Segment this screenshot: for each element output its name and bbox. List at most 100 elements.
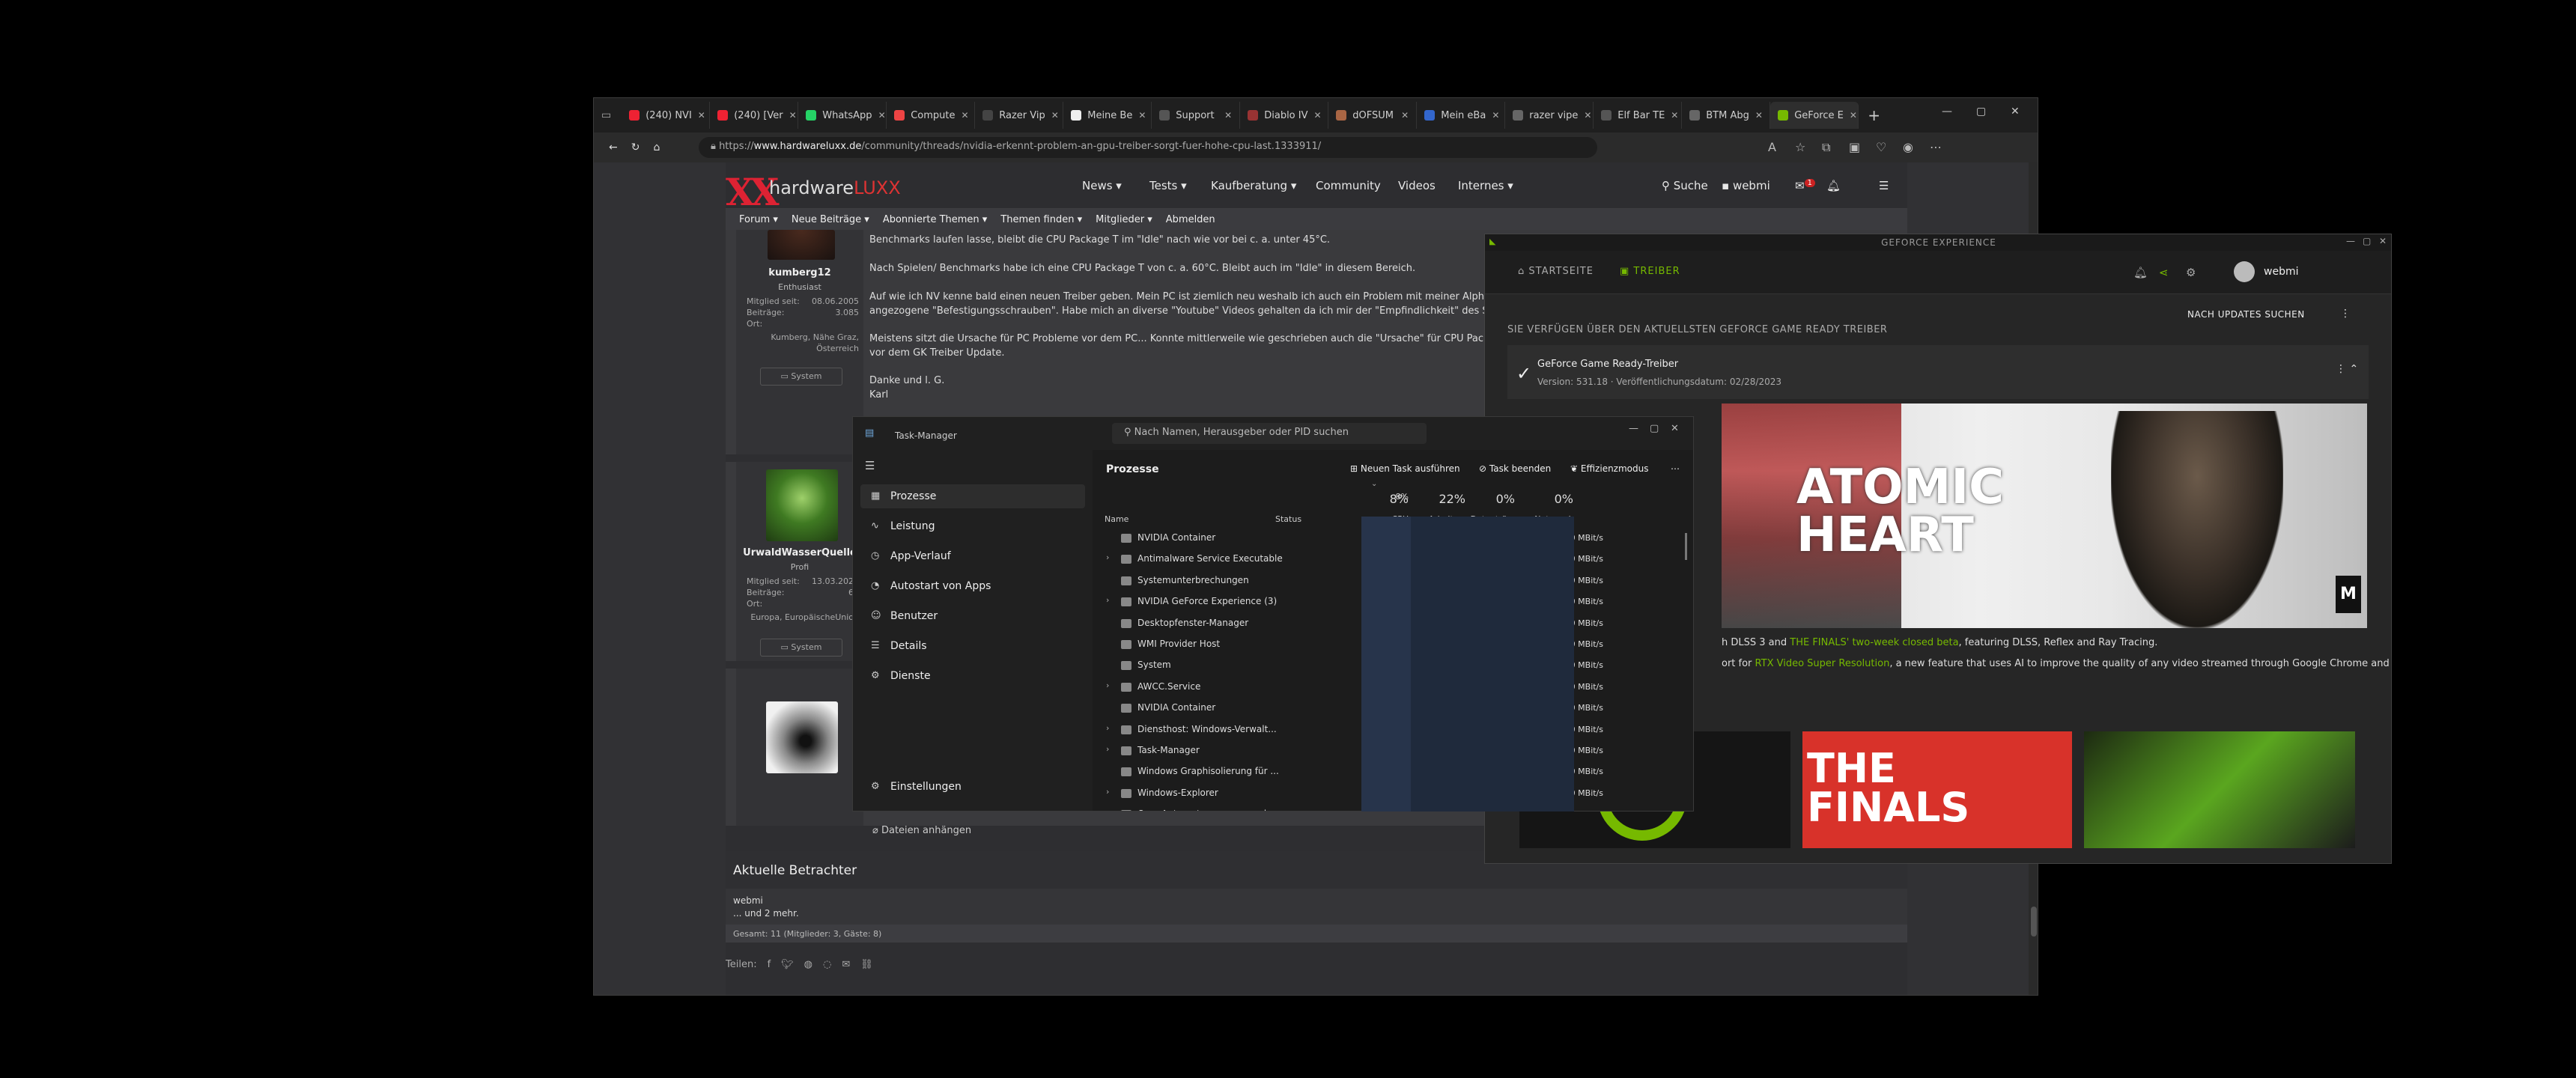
tab-close-icon[interactable]: ✕ (1671, 110, 1678, 121)
tab-close-icon[interactable]: ✕ (1051, 110, 1059, 121)
more-options-icon[interactable]: ⋯ (1671, 463, 1680, 474)
more-options-icon[interactable]: ⋮ (2340, 308, 2351, 320)
browser-tab[interactable]: dOFSUM ✕ (1328, 102, 1418, 129)
browser-tab[interactable]: BTM Abg ✕ (1682, 102, 1771, 129)
tab-close-icon[interactable]: ✕ (789, 110, 797, 121)
column-status[interactable]: Status (1275, 514, 1301, 524)
nav-tests[interactable]: Tests ▾ (1149, 179, 1187, 192)
expand-chevron-icon[interactable]: › (1106, 680, 1109, 690)
process-list-scrollbar[interactable] (1685, 533, 1687, 560)
tab-close-icon[interactable]: ✕ (698, 110, 705, 121)
tab-close-icon[interactable]: ✕ (1314, 110, 1322, 121)
column-name[interactable]: Name (1105, 514, 1128, 524)
driver-options-icon[interactable]: ⋮ ⌃ (2336, 363, 2358, 375)
nav-users[interactable]: ☺ Benutzer (860, 604, 1085, 628)
nav-services[interactable]: ⚙ Dienste (860, 664, 1085, 688)
twitter-icon[interactable]: 🐦︎ (781, 959, 794, 970)
post-author-name[interactable]: kumberg12 (736, 267, 863, 278)
expand-chevron-icon[interactable]: › (1106, 744, 1109, 754)
viewer-user[interactable]: webmi (733, 895, 799, 907)
menu-icon[interactable]: ⋯ (1930, 140, 1942, 154)
minimize-icon[interactable]: — (2346, 236, 2355, 246)
tab-actions-icon[interactable]: ▭ (601, 109, 622, 121)
new-tab-button[interactable]: + (1859, 106, 1889, 124)
notifications-icon[interactable]: 🔔︎ (2133, 266, 2148, 279)
minimize-icon[interactable]: — (1942, 106, 1952, 118)
tab-close-icon[interactable]: ✕ (878, 110, 886, 121)
run-new-task-button[interactable]: ⊞ Neuen Task ausführen (1350, 463, 1460, 474)
user-menu[interactable]: ▪ webmi (1722, 179, 1770, 192)
tab-close-icon[interactable]: ✕ (1755, 110, 1763, 121)
browser-tab[interactable]: WhatsApp ✕ (798, 102, 887, 129)
browser-tab[interactable]: Diablo IV ✕ (1240, 102, 1329, 129)
maximize-icon[interactable]: ▢ (2363, 236, 2371, 246)
nav-performance[interactable]: ∿ Leistung (860, 514, 1085, 538)
maximize-icon[interactable]: ▢ (1650, 423, 1659, 434)
share-icon[interactable]: ⋖ (2159, 266, 2169, 279)
hamburger-icon[interactable]: ☰ (865, 459, 875, 472)
nav-app-history[interactable]: ◷ App-Verlauf (860, 544, 1085, 568)
nav-news[interactable]: News ▾ (1082, 179, 1122, 192)
nav-community[interactable]: Community (1316, 179, 1381, 192)
game-banner[interactable]: ATOMIC HEART M (1722, 404, 2367, 628)
system-button[interactable]: ▭ System (760, 639, 842, 657)
nav-settings[interactable]: ⚙ Einstellungen (860, 775, 1085, 799)
tab-close-icon[interactable]: ✕ (1492, 110, 1499, 121)
system-button[interactable]: ▭ System (760, 368, 842, 386)
nav-details[interactable]: ☰ Details (860, 634, 1085, 658)
nav-startup-apps[interactable]: ◔ Autostart von Apps (860, 574, 1085, 598)
hamburger-icon[interactable]: ☰ (1879, 179, 1889, 192)
tab-close-icon[interactable]: ✕ (1850, 110, 1857, 121)
email-icon[interactable]: ✉ (842, 959, 850, 970)
tab-drivers[interactable]: ▣ TREIBER (1620, 266, 1680, 277)
browser-tab[interactable]: GeForce E ✕ (1770, 102, 1859, 129)
close-icon[interactable]: ✕ (2379, 236, 2387, 246)
gfe-user-name[interactable]: webmi (2264, 266, 2298, 278)
news-link[interactable]: RTX Video Super Resolution (1755, 658, 1890, 669)
subnav-new-posts[interactable]: Neue Beiträge ▾ (792, 214, 869, 225)
nav-kaufberatung[interactable]: Kaufberatung ▾ (1211, 179, 1296, 192)
attach-files-button[interactable]: ⌀ Dateien anhängen (863, 818, 1013, 844)
expand-chevron-icon[interactable]: › (1106, 787, 1109, 797)
search-link[interactable]: ⚲ Suche (1662, 179, 1708, 192)
subnav-logout[interactable]: Abmelden (1166, 214, 1215, 225)
tab-close-icon[interactable]: ✕ (1138, 110, 1146, 121)
reload-icon[interactable]: ↻ (631, 141, 640, 153)
favorite-icon[interactable]: ☆ (1795, 140, 1805, 154)
facebook-icon[interactable]: f (768, 959, 771, 970)
nav-videos[interactable]: Videos (1398, 179, 1436, 192)
tab-close-icon[interactable]: ✕ (962, 110, 969, 121)
subnav-members[interactable]: Mitglieder ▾ (1096, 214, 1152, 225)
browser-tab[interactable]: Elf Bar TE ✕ (1594, 102, 1683, 129)
efficiency-mode-button[interactable]: ❦ Effizienzmodus (1570, 463, 1648, 474)
browser-tab[interactable]: Mein eBa ✕ (1417, 102, 1506, 129)
site-logo-mark[interactable]: XX (726, 170, 780, 214)
browser-tab[interactable]: Razer Vip ✕ (975, 102, 1064, 129)
expand-chevron-icon[interactable]: › (1106, 723, 1109, 733)
nav-internes[interactable]: Internes ▾ (1458, 179, 1513, 192)
news-thumbnail[interactable] (2084, 731, 2355, 848)
whatsapp-icon[interactable]: ◌ (823, 959, 831, 970)
expand-chevron-icon[interactable]: › (1106, 552, 1109, 562)
minimize-icon[interactable]: — (1629, 423, 1638, 434)
browser-tab[interactable]: Support ✕ (1152, 102, 1241, 129)
tab-home[interactable]: ⌂ STARTSEITE (1518, 266, 1594, 277)
browser-essentials-icon[interactable]: ♡ (1876, 140, 1886, 154)
avatar[interactable] (2234, 261, 2255, 282)
tab-close-icon[interactable]: ✕ (1224, 110, 1232, 121)
read-aloud-icon[interactable]: A (1768, 140, 1776, 154)
nav-processes[interactable]: ▦ Prozesse (860, 484, 1085, 508)
site-logo-text[interactable]: hardwareLUXX (769, 177, 901, 198)
news-link[interactable]: THE FINALS' two-week closed beta (1790, 637, 1958, 648)
close-icon[interactable]: ✕ (2011, 106, 2020, 118)
check-updates-button[interactable]: NACH UPDATES SUCHEN (2187, 309, 2305, 320)
browser-tab[interactable]: (240) [Ver ✕ (710, 102, 799, 129)
expand-chevron-icon[interactable]: › (1106, 595, 1109, 605)
end-task-button[interactable]: ⊘ Task beenden (1479, 463, 1551, 474)
back-icon[interactable]: ← (609, 141, 618, 153)
tab-close-icon[interactable]: ✕ (1584, 110, 1591, 121)
maximize-icon[interactable]: ▢ (1976, 106, 1986, 118)
inbox-icon[interactable]: ✉ 1 (1795, 179, 1815, 192)
browser-tab[interactable]: razer vipe ✕ (1505, 102, 1594, 129)
browser-tab[interactable]: Compute ✕ (887, 102, 976, 129)
